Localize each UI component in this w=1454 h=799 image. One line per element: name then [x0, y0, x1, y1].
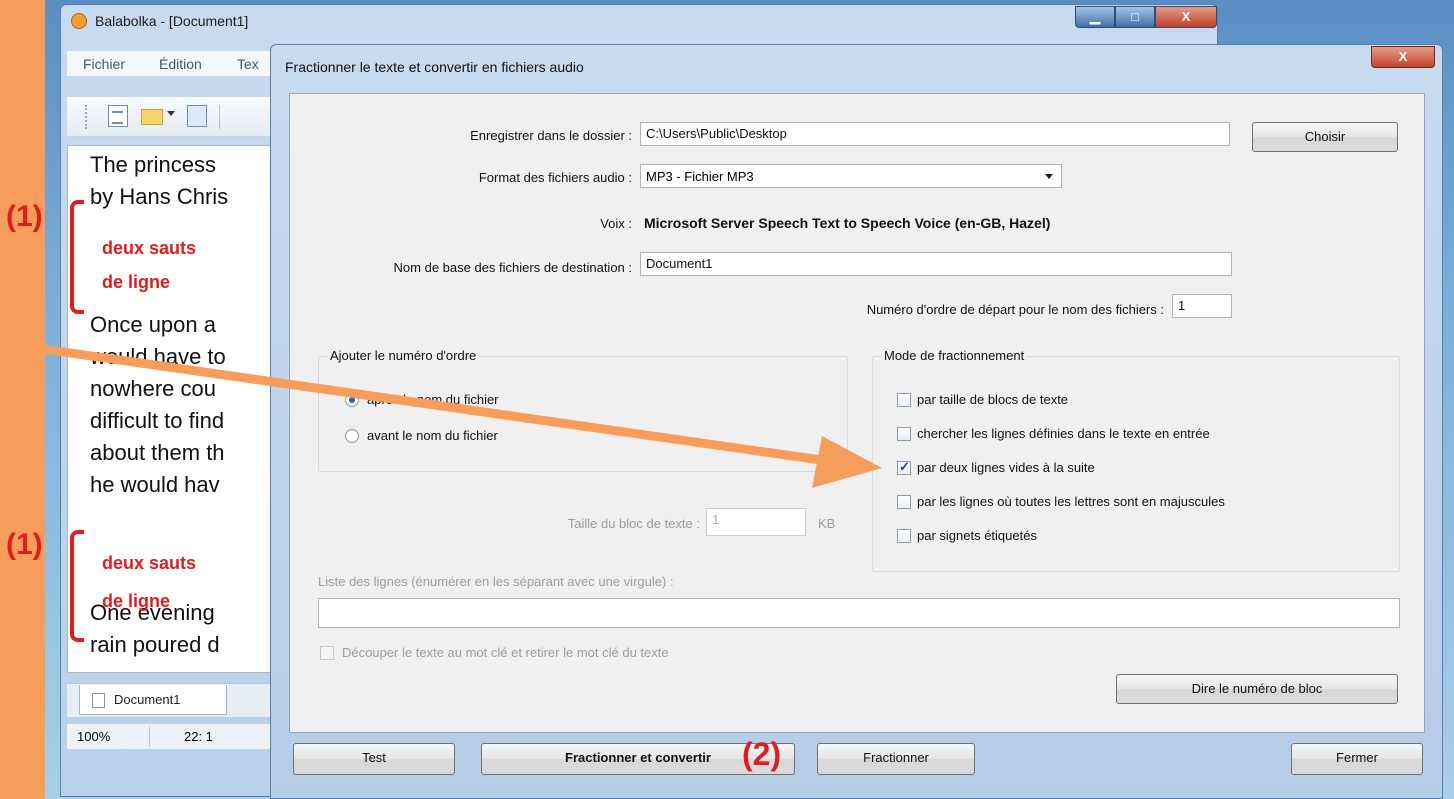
chevron-down-icon[interactable]	[167, 111, 175, 116]
folder-label: Enregistrer dans le dossier :	[470, 128, 632, 143]
check-defined-lines[interactable]	[897, 427, 911, 441]
annotation-number-1a: (1)	[6, 200, 43, 233]
option-label: par taille de blocs de texte	[917, 392, 1069, 407]
keyword-cut-label: Découper le texte au mot clé et retirer …	[342, 645, 669, 660]
start-number-field[interactable]: 1	[1172, 294, 1232, 318]
chevron-down-icon	[1045, 174, 1053, 179]
document-tabs: Document1	[67, 683, 277, 717]
radio-before-filename[interactable]	[345, 429, 359, 443]
menu-texte[interactable]: Tex	[237, 56, 259, 72]
editor-line: he would hav	[90, 472, 220, 497]
order-number-group: Ajouter le numéro d'ordre après le nom d…	[318, 348, 848, 472]
annotation-number-1b: (1)	[6, 528, 43, 561]
choose-folder-button[interactable]: Choisir	[1252, 122, 1398, 152]
check-block-size[interactable]	[897, 393, 911, 407]
after-filename-label: après le nom du fichier	[367, 392, 499, 407]
lines-list-label: Liste des lignes (énumérer en les sépara…	[318, 574, 674, 589]
editor-line: by Hans Chris	[90, 184, 229, 209]
balabolka-app-icon	[71, 13, 87, 29]
document-icon	[92, 693, 105, 708]
audio-format-value: MP3 - Fichier MP3	[646, 169, 754, 184]
tab-document1[interactable]: Document1	[79, 685, 227, 715]
tab-label: Document1	[114, 692, 181, 707]
save-icon[interactable]	[187, 105, 207, 127]
minimize-button[interactable]: ▁	[1075, 6, 1115, 28]
option-label: par signets étiquetés	[917, 528, 1037, 543]
voice-name: Microsoft Server Speech Text to Speech V…	[644, 215, 1051, 231]
orange-side-strip	[0, 0, 45, 799]
say-block-number-button[interactable]: Dire le numéro de bloc	[1116, 674, 1398, 704]
basename-label: Nom de base des fichiers de destination …	[393, 260, 632, 275]
main-title-bar: Balabolka - [Document1] ▁ □ X	[61, 5, 1217, 35]
annotation-bracket-1b	[70, 530, 84, 642]
format-label: Format des fichiers audio :	[478, 170, 632, 185]
annotation-number-2: (2)	[742, 736, 782, 772]
annotation-bracket-1a	[70, 200, 84, 314]
annotation-text-1b-line2: de ligne	[102, 591, 171, 611]
option-label: par les lignes où toutes les lettres son…	[917, 494, 1225, 509]
check-two-empty-lines[interactable]	[897, 459, 911, 475]
close-dialog-button[interactable]: Fermer	[1291, 743, 1423, 775]
new-document-icon[interactable]	[108, 105, 128, 127]
test-button[interactable]: Test	[293, 743, 455, 775]
split-group-title: Mode de fractionnement	[881, 348, 1028, 363]
editor-line: The princess	[90, 152, 216, 177]
check-keyword-cut[interactable]	[320, 646, 334, 660]
before-filename-label: avant le nom du fichier	[367, 428, 498, 443]
zoom-level: 100%	[77, 729, 111, 744]
toolbar-separator	[219, 105, 220, 129]
main-window-title: Balabolka - [Document1]	[95, 13, 249, 29]
annotation-text-1a-line2: de ligne	[102, 272, 171, 292]
block-size-label: Taille du bloc de texte :	[567, 516, 700, 531]
open-folder-icon[interactable]	[141, 109, 163, 125]
status-bar: 100% 22: 1	[67, 723, 277, 749]
audio-format-select[interactable]: MP3 - Fichier MP3	[640, 164, 1062, 188]
annotation-text-1b-line1: deux sauts	[102, 553, 197, 573]
text-editor[interactable]: The princess by Hans Chris Once upon a w…	[67, 145, 277, 673]
editor-line: rain poured d	[90, 632, 220, 657]
option-label: par deux lignes vides à la suite	[917, 460, 1095, 475]
start-number-label: Numéro d'ordre de départ pour le nom des…	[866, 302, 1164, 317]
dialog-client-area: Enregistrer dans le dossier : C:\Users\P…	[289, 93, 1425, 733]
check-uppercase-lines[interactable]	[897, 495, 911, 509]
menu-fichier[interactable]: Fichier	[83, 56, 125, 72]
block-size-unit: KB	[818, 516, 836, 531]
order-group-title: Ajouter le numéro d'ordre	[327, 348, 480, 363]
voice-label: Voix :	[600, 216, 632, 231]
toolbar-grip[interactable]	[85, 105, 88, 129]
annotation-text-1a-line1: deux sauts	[102, 238, 197, 258]
radio-after-filename[interactable]	[345, 393, 359, 407]
editor-line: would have to	[90, 344, 226, 369]
check-labeled-bookmarks[interactable]	[897, 529, 911, 543]
window-controls: ▁ □ X	[1075, 6, 1217, 28]
dialog-close-button[interactable]: X	[1371, 46, 1435, 68]
folder-path-field[interactable]: C:\Users\Public\Desktop	[640, 122, 1230, 146]
close-window-button[interactable]: X	[1155, 6, 1217, 28]
editor-line: about them th	[90, 440, 225, 465]
split-mode-group: Mode de fractionnement par taille de blo…	[872, 348, 1400, 572]
block-size-field[interactable]: 1	[706, 508, 806, 536]
editor-line: difficult to find	[90, 408, 225, 433]
menu-edition[interactable]: Édition	[159, 56, 202, 72]
split-button[interactable]: Fractionner	[817, 743, 975, 775]
basename-field[interactable]: Document1	[640, 252, 1232, 276]
split-convert-dialog: Fractionner le texte et convertir en fic…	[270, 44, 1443, 799]
option-label: chercher les lignes définies dans le tex…	[917, 426, 1210, 441]
maximize-button[interactable]: □	[1115, 6, 1155, 28]
cursor-position: 22: 1	[184, 729, 213, 744]
editor-line: nowhere cou	[90, 376, 216, 401]
dialog-title: Fractionner le texte et convertir en fic…	[285, 59, 584, 75]
editor-line: Once upon a	[90, 312, 216, 337]
lines-list-field[interactable]	[318, 598, 1400, 628]
status-separator	[149, 727, 150, 747]
